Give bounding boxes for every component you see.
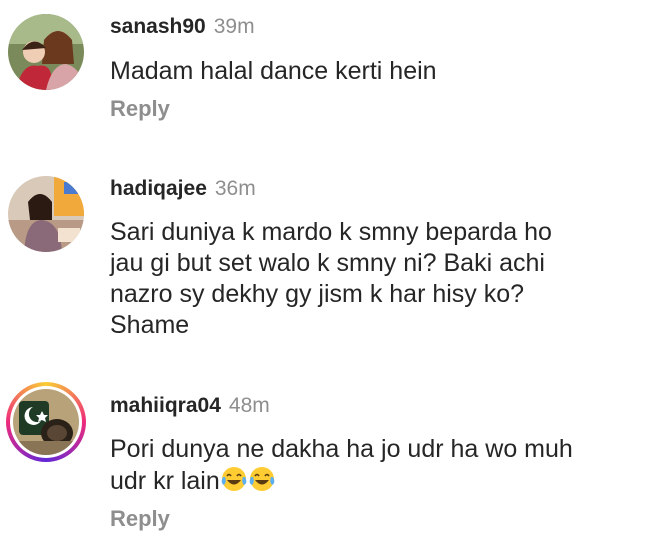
comment-text-segment: udr kr lain	[110, 467, 220, 495]
reply-button[interactable]: Reply	[110, 506, 170, 532]
comment-text: Sari duniya k mardo k smny beparda ho ja…	[110, 218, 552, 339]
comment-text: Pori dunya ne dakha ha jo udr ha wo muh …	[110, 434, 650, 497]
reply-button[interactable]: Reply	[110, 96, 170, 122]
comment-username[interactable]: hadiqajee	[110, 177, 207, 200]
avatar[interactable]	[8, 176, 84, 252]
user-photo-icon	[8, 14, 84, 90]
avatar[interactable]	[8, 14, 84, 90]
comment-timestamp: 48m	[228, 394, 270, 417]
comment-username[interactable]: mahiiqra04	[110, 394, 221, 417]
comment-text-line: Pori dunya ne dakha ha jo udr ha wo muh	[110, 435, 573, 463]
comment-username[interactable]: sanash90	[110, 15, 206, 38]
comment-timestamp: 39m	[213, 15, 255, 38]
avatar[interactable]	[6, 382, 86, 462]
comment-text: Madam halal dance kerti hein	[110, 57, 437, 85]
tears-of-joy-emoji-icon	[249, 467, 275, 491]
user-photo-icon	[8, 176, 84, 252]
tears-of-joy-emoji-icon	[221, 467, 247, 491]
comment-timestamp: 36m	[214, 177, 256, 200]
user-photo-icon	[13, 389, 79, 455]
comment-text-line: udr kr lain	[110, 465, 650, 497]
